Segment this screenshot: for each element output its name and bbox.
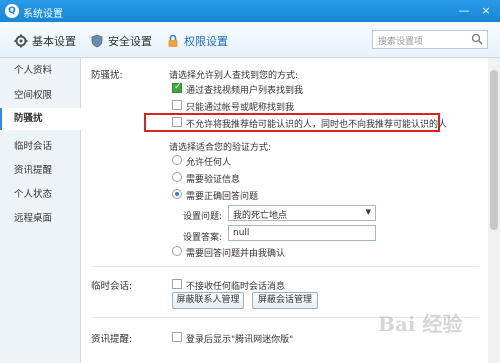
sidebar-item-anti-harassment[interactable]: 防骚扰 [0, 108, 81, 130]
sidebar-item-news-reminder[interactable]: 资讯提醒 [0, 160, 81, 182]
verify-method-prompt: 请选择适合您的验证方式: [169, 143, 272, 153]
need-verify-info-label: 需要验证信息 [186, 175, 241, 185]
answer-input-value: null [233, 228, 250, 238]
minimize-button[interactable]: — [455, 3, 473, 19]
search-icon[interactable] [471, 33, 483, 45]
tab-label: 安全设置 [108, 35, 152, 48]
find-method-prompt: 请选择允许别人查找到您的方式: [169, 71, 299, 81]
question-select[interactable]: 我的死亡地点 ▼ [228, 205, 376, 221]
lock-icon [168, 34, 178, 47]
title-bar: Q 系统设置 — × [0, 0, 500, 22]
sidebar-item-personal-status[interactable]: 个人状态 [0, 184, 81, 206]
answer-question-radio[interactable] [172, 189, 182, 199]
scrollbar-thumb[interactable] [490, 70, 498, 230]
sidebar: 个人资料 空间权限 防骚扰 临时会话 资讯提醒 个人状态 远程桌面 [0, 58, 81, 363]
shield-icon [91, 34, 103, 48]
block-contacts-button[interactable]: 屏蔽联系人管理 [172, 292, 244, 309]
anti-harassment-section-label: 防骚扰: [91, 70, 123, 81]
temp-session-section-label: 临时会话: [91, 281, 133, 292]
tab-label: 权限设置 [184, 35, 228, 48]
settings-tab-bar: 基本设置 安全设置 权限设置 搜索设置项 [0, 22, 500, 58]
scrollbar[interactable] [488, 58, 500, 363]
allow-anyone-label: 允许任何人 [186, 158, 232, 168]
allow-anyone-radio[interactable] [172, 155, 182, 165]
find-via-video-list-checkbox[interactable] [172, 82, 182, 93]
sidebar-item-space-permission[interactable]: 空间权限 [0, 85, 81, 107]
reject-temp-messages-checkbox[interactable] [172, 279, 182, 289]
chevron-down-icon: ▼ [365, 208, 371, 216]
show-mini-news-label: 登录后显示"腾讯网迷你版" [186, 335, 294, 345]
show-mini-news-checkbox[interactable] [172, 332, 182, 342]
no-recommend-checkbox[interactable] [172, 117, 182, 127]
find-by-account-only-checkbox[interactable] [172, 100, 182, 110]
sidebar-item-profile[interactable]: 个人资料 [0, 60, 81, 82]
window-title: 系统设置 [23, 9, 63, 20]
block-sessions-button[interactable]: 屏蔽会话管理 [252, 292, 318, 309]
search-input[interactable]: 搜索设置项 [372, 30, 488, 49]
find-by-account-only-label: 只能通过帐号或昵称找到我 [186, 103, 295, 113]
answer-field-label: 设置答案: [183, 233, 223, 243]
sidebar-item-temp-session[interactable]: 临时会话 [0, 136, 81, 158]
tab-label: 基本设置 [32, 35, 76, 48]
close-button[interactable]: × [477, 3, 495, 19]
answer-input[interactable]: null [228, 225, 376, 241]
question-field-label: 设置问题: [183, 212, 223, 222]
tab-permission-settings[interactable]: 权限设置 [166, 31, 228, 51]
reject-temp-messages-label: 不接收任何临时会话消息 [186, 282, 286, 292]
app-logo-icon: Q [5, 4, 19, 18]
tab-basic-settings[interactable]: 基本设置 [14, 31, 76, 51]
search-placeholder: 搜索设置项 [378, 37, 424, 47]
question-select-value: 我的死亡地点 [233, 211, 288, 221]
answer-question-label: 需要正确回答问题 [186, 192, 259, 202]
need-verify-info-radio[interactable] [172, 172, 182, 182]
section-divider [91, 266, 479, 267]
answer-and-confirm-label: 需要回答问题并由我确认 [186, 249, 286, 259]
find-via-video-list-label: 通过查找视频用户列表找到我 [186, 86, 304, 96]
gear-icon [14, 34, 28, 48]
no-recommend-label: 不允许将我推荐给可能认识的人，同时也不向我推荐可能认识的人 [186, 120, 448, 130]
sidebar-item-remote-desktop[interactable]: 远程桌面 [0, 208, 81, 230]
watermark-logo: Bai 经验 [378, 312, 463, 336]
tab-security-settings[interactable]: 安全设置 [90, 31, 152, 51]
answer-and-confirm-radio[interactable] [172, 246, 182, 256]
news-reminder-section-label: 资讯提醒: [91, 334, 133, 345]
